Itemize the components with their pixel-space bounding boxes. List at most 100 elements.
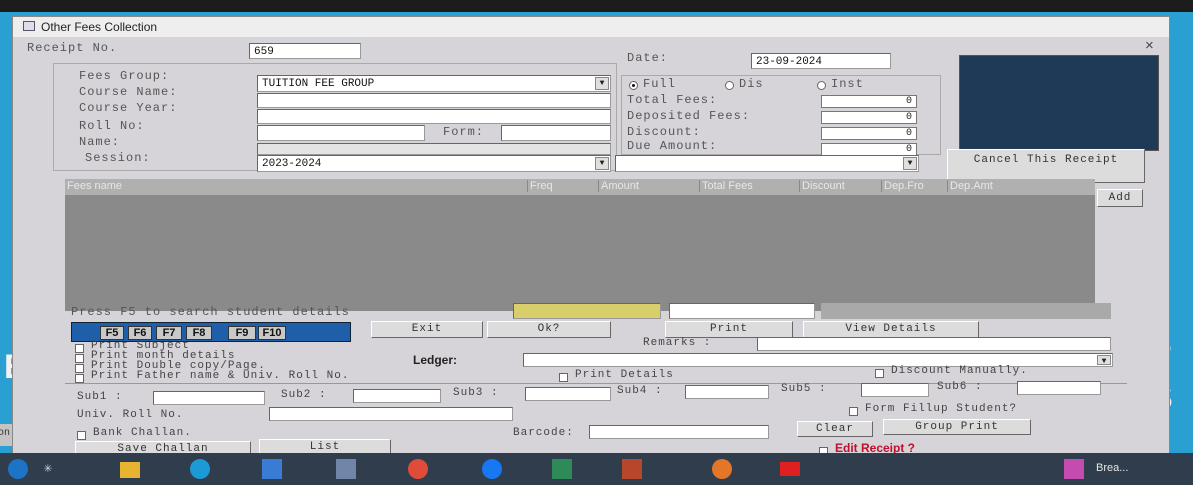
session-label: Session:: [85, 151, 151, 165]
photo-panel: [959, 55, 1159, 151]
inst-radio-label: Inst: [831, 77, 864, 91]
full-radio-label: Full: [643, 77, 676, 91]
dis-radio[interactable]: [725, 81, 734, 90]
discount-manually-label: Discount Manually.: [891, 365, 1028, 377]
fees-grid-body[interactable]: [65, 195, 1095, 311]
course-name-field[interactable]: [257, 93, 611, 108]
print-father-checkbox[interactable]: [75, 374, 84, 383]
exit-button[interactable]: Exit: [371, 321, 483, 338]
chevron-down-icon[interactable]: ▼: [1097, 355, 1111, 366]
view-details-button[interactable]: View Details: [803, 321, 979, 338]
print-details-checkbox[interactable]: [559, 373, 568, 382]
group-print-button[interactable]: Group Print: [883, 419, 1031, 435]
print-month-checkbox[interactable]: [75, 354, 84, 363]
window-icon: [23, 21, 35, 31]
excel-icon[interactable]: [552, 459, 572, 479]
search-result-field[interactable]: [669, 303, 815, 319]
column-dep-from: Dep.Fro: [881, 180, 924, 192]
bank-challan-label: Bank Challan.: [93, 427, 192, 439]
discount-manually-checkbox[interactable]: [875, 369, 884, 378]
facebook-icon[interactable]: [482, 459, 502, 479]
univ-roll-label: Univ. Roll No.: [77, 409, 184, 421]
chrome-icon[interactable]: [408, 459, 428, 479]
column-discount: Discount: [799, 180, 845, 192]
window-title: Other Fees Collection: [41, 20, 158, 34]
powerpoint-icon[interactable]: [622, 459, 642, 479]
sub2-field[interactable]: [353, 389, 441, 403]
receipt-no-field[interactable]: 659: [249, 43, 361, 59]
student-search-field[interactable]: [513, 303, 661, 319]
chevron-down-icon[interactable]: ▼: [903, 157, 917, 170]
sub1-field[interactable]: [153, 391, 265, 405]
remarks-field[interactable]: [757, 337, 1111, 351]
dis-radio-label: Dis: [739, 77, 764, 91]
f7-key[interactable]: F7: [156, 326, 182, 340]
chevron-down-icon[interactable]: ▼: [595, 77, 609, 90]
form-fillup-checkbox[interactable]: [849, 407, 858, 416]
print-double-checkbox[interactable]: [75, 364, 84, 373]
print-father-label: Print Father name & Univ. Roll No.: [91, 370, 350, 382]
discount-label: Discount:: [627, 125, 701, 139]
title-bar: Other Fees Collection: [13, 17, 1169, 37]
fees-grid-header: Fees name Freq Amount Total Fees Discoun…: [65, 179, 1095, 195]
news-icon[interactable]: [1064, 459, 1084, 479]
ledger-label: Ledger:: [413, 353, 458, 367]
session-select[interactable]: 2023-2024 ▼: [257, 155, 611, 172]
cancel-receipt-button[interactable]: Cancel This Receipt: [947, 149, 1145, 183]
fees-collection-window: Other Fees Collection × Receipt No. 659 …: [12, 16, 1170, 460]
f5-key[interactable]: F5: [100, 326, 124, 340]
deposited-fees-field: 0: [821, 111, 917, 124]
remarks-label: Remarks :: [643, 337, 712, 349]
print-button[interactable]: Print: [665, 321, 793, 338]
total-fees-field: 0: [821, 95, 917, 108]
print-details-label: Print Details: [575, 369, 674, 381]
print-subject-checkbox[interactable]: [75, 344, 84, 353]
sub4-field[interactable]: [685, 385, 769, 399]
close-icon[interactable]: ×: [1145, 37, 1154, 54]
course-name-label: Course Name:: [79, 85, 178, 99]
f10-key[interactable]: F10: [258, 326, 286, 340]
ok-button[interactable]: Ok?: [487, 321, 611, 338]
youtube-icon[interactable]: [780, 462, 800, 476]
chevron-down-icon[interactable]: ▼: [595, 157, 609, 170]
sub6-field[interactable]: [1017, 381, 1101, 395]
column-total-fees: Total Fees: [699, 180, 753, 192]
date-label: Date:: [627, 51, 669, 65]
clear-button[interactable]: Clear: [797, 421, 873, 437]
sub6-label: Sub6 :: [937, 381, 983, 393]
roll-no-field[interactable]: [257, 125, 425, 141]
add-button[interactable]: Add: [1097, 189, 1143, 207]
inst-radio[interactable]: [817, 81, 826, 90]
mail-icon[interactable]: [262, 459, 282, 479]
form-fillup-label: Form Fillup Student?: [865, 403, 1018, 415]
sub3-field[interactable]: [525, 387, 611, 401]
barcode-field[interactable]: [589, 425, 769, 439]
firefox-icon[interactable]: [712, 459, 732, 479]
f6-key[interactable]: F6: [128, 326, 152, 340]
sub2-label: Sub2 :: [281, 389, 327, 401]
f8-key[interactable]: F8: [186, 326, 212, 340]
full-radio[interactable]: [629, 81, 638, 90]
file-explorer-icon[interactable]: [120, 462, 140, 478]
taskbar-label[interactable]: Brea...: [1096, 462, 1128, 474]
column-amount: Amount: [598, 180, 639, 192]
form-field[interactable]: [501, 125, 611, 141]
name-field[interactable]: [257, 143, 611, 155]
installment-select[interactable]: ▼: [615, 155, 919, 172]
edge-icon[interactable]: [190, 459, 210, 479]
f9-key[interactable]: F9: [228, 326, 256, 340]
discount-field: 0: [821, 127, 917, 140]
task-view-icon[interactable]: ✳: [38, 459, 58, 479]
course-year-field[interactable]: [257, 109, 611, 124]
form-label: Form:: [443, 125, 485, 139]
total-fees-label: Total Fees:: [627, 93, 718, 107]
date-field[interactable]: 23-09-2024: [751, 53, 891, 69]
fees-group-select[interactable]: TUITION FEE GROUP ▼: [257, 75, 611, 92]
status-bar-field: [821, 303, 1111, 319]
start-icon[interactable]: [8, 459, 28, 479]
bank-challan-checkbox[interactable]: [77, 431, 86, 440]
sub5-field[interactable]: [861, 383, 929, 397]
store-icon[interactable]: [336, 459, 356, 479]
univ-roll-field[interactable]: [269, 407, 513, 421]
fees-group-label: Fees Group:: [79, 69, 170, 83]
